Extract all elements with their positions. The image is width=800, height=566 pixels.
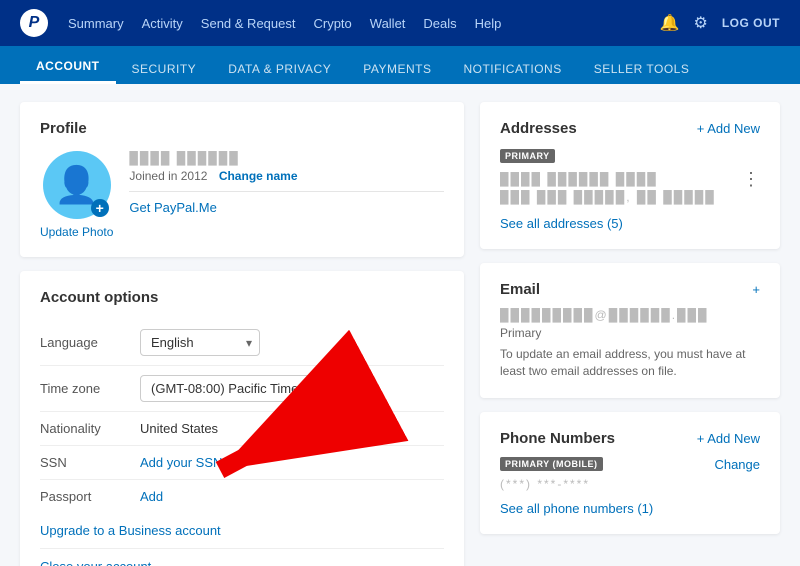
top-nav-right: 🔔 ⚙ LOG OUT — [660, 13, 780, 33]
see-all-addresses-link[interactable]: See all addresses (5) — [500, 216, 760, 231]
primary-badge: PRIMARY — [500, 149, 555, 163]
add-address-link[interactable]: + Add New — [697, 121, 760, 136]
sub-nav: ACCOUNT SECURITY DATA & PRIVACY PAYMENTS… — [0, 46, 800, 84]
timezone-row: Time zone (GMT-08:00) Pacific Time ▾ — [40, 366, 444, 412]
nav-activity[interactable]: Activity — [142, 16, 183, 31]
profile-card: Profile 👤 + Update Photo ████ ██████ Joi… — [20, 102, 464, 257]
nav-summary[interactable]: Summary — [68, 16, 124, 31]
subnav-data-privacy[interactable]: DATA & PRIVACY — [212, 52, 347, 84]
nationality-row: Nationality United States — [40, 412, 444, 446]
subnav-payments[interactable]: PAYMENTS — [347, 52, 447, 84]
language-row: Language English ▾ — [40, 320, 444, 366]
profile-divider — [129, 191, 444, 192]
email-primary-label: Primary — [500, 326, 760, 340]
subnav-seller-tools[interactable]: SELLER TOOLS — [578, 52, 706, 84]
ssn-label: SSN — [40, 455, 140, 470]
addresses-title: Addresses — [500, 120, 577, 137]
language-select-wrapper: English ▾ — [140, 329, 260, 356]
email-card: Email + █████████@██████.███ Primary To … — [480, 263, 780, 398]
language-label: Language — [40, 335, 140, 350]
paypal-logo-text: P — [29, 14, 40, 32]
phone-badge-row: PRIMARY (MOBILE) Change — [500, 457, 760, 472]
passport-value: Add — [140, 489, 444, 504]
address-line2: ███ ███ █████, ██ █████ — [500, 188, 716, 206]
close-account-link[interactable]: Close your account — [40, 549, 444, 566]
add-email-link[interactable]: + — [752, 282, 760, 297]
logout-button[interactable]: LOG OUT — [722, 16, 780, 30]
subnav-notifications[interactable]: NOTIFICATIONS — [447, 52, 577, 84]
email-note: To update an email address, you must hav… — [500, 346, 760, 380]
avatar-plus-icon: + — [91, 199, 109, 217]
paypal-me-link[interactable]: Get PayPal.Me — [129, 200, 216, 215]
nav-deals[interactable]: Deals — [423, 16, 456, 31]
content-area: Profile 👤 + Update Photo ████ ██████ Joi… — [0, 84, 800, 566]
add-phone-link[interactable]: + Add New — [697, 431, 760, 446]
nav-crypto[interactable]: Crypto — [313, 16, 351, 31]
account-options-card: Account options Language English ▾ Time … — [20, 271, 464, 566]
top-nav-links: Summary Activity Send & Request Crypto W… — [68, 16, 660, 31]
update-photo-link[interactable]: Update Photo — [40, 225, 113, 239]
email-title: Email — [500, 281, 540, 298]
add-passport-link[interactable]: Add — [140, 489, 163, 504]
ssn-row: SSN Add your SSN — [40, 446, 444, 480]
address-row: ████ ██████ ████ ███ ███ █████, ██ █████… — [500, 170, 760, 206]
timezone-label: Time zone — [40, 381, 140, 396]
change-name-link[interactable]: Change name — [219, 169, 298, 183]
profile-body: 👤 + Update Photo ████ ██████ Joined in 2… — [40, 151, 444, 239]
avatar[interactable]: 👤 + — [43, 151, 111, 219]
phone-numbers-card: Phone Numbers + Add New PRIMARY (MOBILE)… — [480, 412, 780, 534]
timezone-select[interactable]: (GMT-08:00) Pacific Time — [140, 375, 328, 402]
addresses-card: Addresses + Add New PRIMARY ████ ██████ … — [480, 102, 780, 249]
phone-number: (***) ***-**** — [500, 477, 760, 491]
see-all-phones-link[interactable]: See all phone numbers (1) — [500, 501, 760, 516]
avatar-person-icon: 👤 — [54, 164, 99, 206]
subnav-security[interactable]: SECURITY — [116, 52, 213, 84]
timezone-value: (GMT-08:00) Pacific Time ▾ — [140, 375, 444, 402]
profile-name: ████ ██████ — [129, 151, 444, 165]
address-text: ████ ██████ ████ ███ ███ █████, ██ █████ — [500, 170, 716, 206]
left-column: Profile 👤 + Update Photo ████ ██████ Joi… — [20, 102, 464, 548]
nationality-label: Nationality — [40, 421, 140, 436]
phone-change-link[interactable]: Change — [714, 457, 760, 472]
address-line1: ████ ██████ ████ — [500, 170, 716, 188]
paypal-logo: P — [20, 9, 48, 37]
language-select[interactable]: English — [140, 329, 260, 356]
bell-icon[interactable]: 🔔 — [660, 13, 680, 33]
email-address: █████████@██████.███ — [500, 308, 760, 322]
avatar-wrapper: 👤 + Update Photo — [40, 151, 113, 239]
account-options-title: Account options — [40, 289, 444, 306]
add-ssn-link[interactable]: Add your SSN — [140, 455, 222, 470]
nav-send-request[interactable]: Send & Request — [201, 16, 296, 31]
top-nav: P Summary Activity Send & Request Crypto… — [0, 0, 800, 46]
phone-header: Phone Numbers + Add New — [500, 430, 760, 447]
timezone-select-wrapper: (GMT-08:00) Pacific Time ▾ — [140, 375, 328, 402]
phone-title: Phone Numbers — [500, 430, 615, 447]
ssn-value: Add your SSN — [140, 455, 444, 470]
language-value: English ▾ — [140, 329, 444, 356]
right-column: Addresses + Add New PRIMARY ████ ██████ … — [480, 102, 780, 548]
upgrade-business-link[interactable]: Upgrade to a Business account — [40, 513, 444, 549]
nav-wallet[interactable]: Wallet — [370, 16, 406, 31]
gear-icon[interactable]: ⚙ — [693, 13, 707, 33]
nationality-value: United States — [140, 421, 444, 436]
nav-help[interactable]: Help — [475, 16, 502, 31]
primary-mobile-badge: PRIMARY (MOBILE) — [500, 457, 603, 471]
profile-title: Profile — [40, 120, 444, 137]
subnav-account[interactable]: ACCOUNT — [20, 49, 116, 84]
email-header: Email + — [500, 281, 760, 298]
addresses-header: Addresses + Add New — [500, 120, 760, 137]
passport-label: Passport — [40, 489, 140, 504]
passport-row: Passport Add — [40, 480, 444, 513]
profile-info: ████ ██████ Joined in 2012 Change name G… — [129, 151, 444, 215]
address-more-icon[interactable]: ⋮ — [742, 170, 760, 188]
profile-joined: Joined in 2012 Change name — [129, 169, 444, 183]
